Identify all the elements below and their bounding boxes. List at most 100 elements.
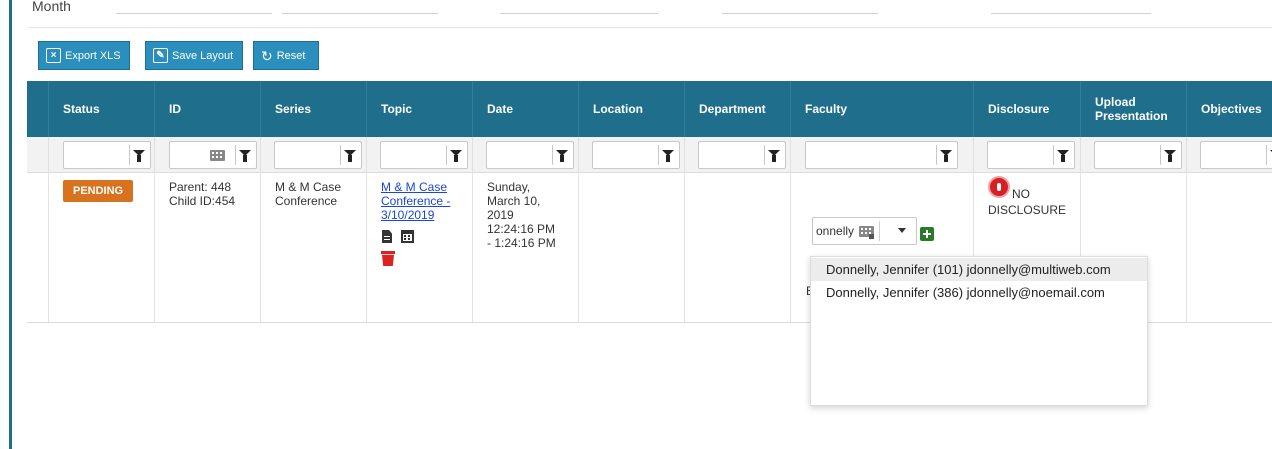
filter-cell-upload-presentation	[1081, 137, 1187, 173]
funnel-icon[interactable]	[133, 150, 145, 162]
status-badge: PENDING	[63, 180, 134, 202]
date-text-line: 12:24:16 PM	[487, 222, 556, 236]
filter-separator	[764, 145, 765, 165]
column-header-topic[interactable]: Topic	[367, 81, 473, 137]
left-accent-bar	[9, 0, 12, 449]
trash-icon[interactable]	[382, 254, 394, 266]
dropdown-option[interactable]: Donnelly, Jennifer (386) jdonnelly@noema…	[811, 281, 1147, 304]
column-header-faculty[interactable]: Faculty	[791, 81, 974, 137]
series-filter-input[interactable]	[274, 141, 362, 169]
disclosure-filter-input[interactable]	[987, 141, 1075, 169]
column-header-upload-presentation[interactable]: Upload Presentation	[1081, 81, 1187, 137]
filter-separator	[235, 145, 236, 165]
funnel-icon[interactable]	[239, 150, 251, 162]
id-filter-input[interactable]	[169, 141, 257, 169]
filter-separator	[658, 145, 659, 165]
filter-cell-series	[261, 137, 367, 173]
reset-label: Reset	[276, 49, 306, 62]
filter-cell-status	[49, 137, 155, 173]
upload-filter-input[interactable]	[1094, 141, 1182, 169]
date-text-line: Sunday,	[487, 180, 531, 194]
filter-cell-disclosure	[974, 137, 1081, 173]
export-xls-label: Export XLS	[65, 49, 121, 62]
header-select-cell	[27, 81, 49, 137]
series-text-line: M & M Case	[275, 180, 342, 194]
filter-separator	[340, 145, 341, 165]
objectives-cell	[1187, 173, 1272, 323]
funnel-icon[interactable]	[662, 150, 674, 162]
location-filter-input[interactable]	[592, 141, 680, 169]
filter-cell-date	[473, 137, 579, 173]
objectives-filter-input[interactable]	[1200, 141, 1272, 169]
funnel-icon[interactable]	[450, 150, 462, 162]
department-filter-input[interactable]	[698, 141, 786, 169]
topic-link-line[interactable]: Conference -	[381, 194, 472, 208]
status-filter-input[interactable]	[63, 141, 151, 169]
filter-input-underline[interactable]	[991, 13, 1151, 14]
series-cell: M & M Case Conference	[261, 173, 367, 323]
topic-link-line[interactable]: M & M Case	[381, 180, 472, 194]
reset-button[interactable]: ↻ Reset	[253, 41, 319, 70]
funnel-icon[interactable]	[940, 150, 952, 162]
column-header-disclosure[interactable]: Disclosure	[974, 81, 1081, 137]
funnel-icon[interactable]	[768, 150, 780, 162]
column-header-series[interactable]: Series	[261, 81, 367, 137]
refresh-icon: ↻	[261, 47, 273, 64]
funnel-icon[interactable]	[344, 150, 356, 162]
document-icon[interactable]	[382, 230, 392, 243]
disclosure-status: DISCLOSURE	[988, 203, 1067, 217]
calendar-icon[interactable]	[401, 230, 414, 243]
faculty-search-combobox[interactable]: onnelly	[812, 217, 917, 245]
faculty-search-value[interactable]: onnelly	[816, 224, 854, 238]
faculty-filter-input[interactable]	[805, 141, 958, 169]
funnel-icon[interactable]	[556, 150, 568, 162]
disclosure-status: NO	[1012, 187, 1030, 201]
date-filter-input[interactable]	[486, 141, 574, 169]
column-header-id[interactable]: ID	[155, 81, 261, 137]
filter-separator	[1266, 145, 1267, 165]
filter-input-underline[interactable]	[722, 13, 878, 14]
column-header-location[interactable]: Location	[579, 81, 685, 137]
filter-input-underline[interactable]	[116, 13, 272, 14]
filter-cell-faculty	[791, 137, 974, 173]
row-select-cell[interactable]	[27, 173, 49, 323]
faculty-dropdown-list: Donnelly, Jennifer (101) jdonnelly@multi…	[810, 256, 1148, 406]
filter-cell-id	[155, 137, 261, 173]
topic-link[interactable]: M & M Case Conference - 3/10/2019	[381, 180, 472, 222]
dropdown-option[interactable]: Donnelly, Jennifer (101) jdonnelly@multi…	[811, 258, 1147, 281]
topic-link-line[interactable]: 3/10/2019	[381, 208, 472, 222]
keyboard-icon[interactable]	[210, 150, 225, 161]
status-cell: PENDING	[49, 173, 155, 323]
chevron-down-icon[interactable]	[898, 228, 906, 233]
column-header-date[interactable]: Date	[473, 81, 579, 137]
topic-cell: M & M Case Conference - 3/10/2019	[367, 173, 473, 323]
column-header-status[interactable]: Status	[49, 81, 155, 137]
topic-filter-input[interactable]	[380, 141, 468, 169]
date-cell: Sunday, March 10, 2019 12:24:16 PM - 1:2…	[473, 173, 579, 323]
trash-icon[interactable]	[381, 251, 395, 254]
save-layout-label: Save Layout	[172, 49, 234, 62]
filter-cell-topic	[367, 137, 473, 173]
top-filter-strip: Month	[28, 0, 1272, 28]
funnel-icon[interactable]	[1057, 150, 1069, 162]
column-header-objectives[interactable]: Objectives	[1187, 81, 1272, 137]
save-layout-button[interactable]: ✎ Save Layout	[145, 41, 243, 70]
add-faculty-button[interactable]	[920, 227, 934, 241]
filter-input-underline[interactable]	[282, 13, 438, 14]
date-text-line: 2019	[487, 208, 514, 222]
column-header-department[interactable]: Department	[685, 81, 791, 137]
child-id: Child ID:454	[169, 194, 236, 208]
export-xls-button[interactable]: × Export XLS	[38, 41, 130, 70]
date-text-line: March 10,	[487, 194, 541, 208]
filter-input-underline[interactable]	[500, 13, 658, 14]
filter-cell-objectives	[1187, 137, 1272, 173]
funnel-icon[interactable]	[1164, 150, 1176, 162]
filter-separator	[552, 145, 553, 165]
series-text-line: Conference	[275, 194, 338, 208]
excel-icon: ×	[46, 48, 61, 63]
filter-separator	[936, 145, 937, 165]
keyboard-icon	[869, 234, 874, 239]
grid-header-row: Status ID Series Topic Date Location Dep…	[27, 81, 1272, 137]
edit-icon: ✎	[153, 48, 168, 63]
filter-separator	[1053, 145, 1054, 165]
